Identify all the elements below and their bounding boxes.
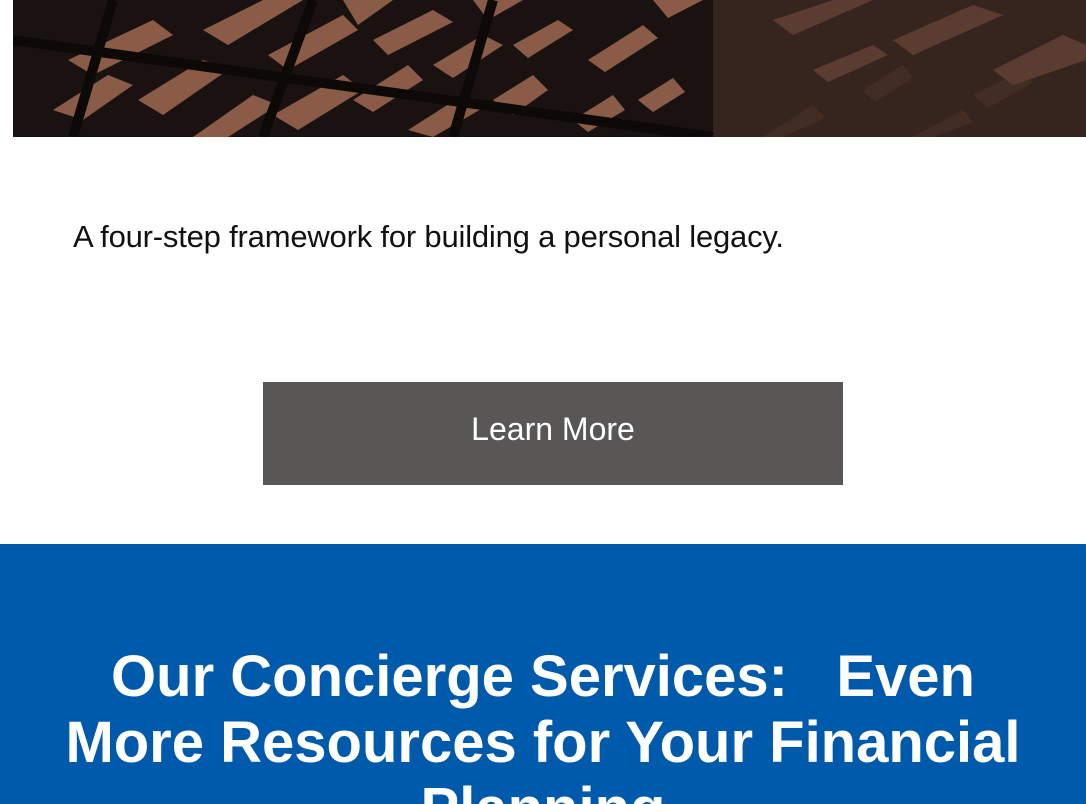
concierge-section: Our Concierge Services: Even More Resour… <box>0 544 1086 804</box>
hero-photo-graphic <box>13 0 1086 137</box>
page: A four-step framework for building a per… <box>0 0 1086 804</box>
tagline-text: A four-step framework for building a per… <box>73 219 784 254</box>
hero-image <box>13 0 1086 137</box>
learn-more-button[interactable]: Learn More <box>263 382 843 485</box>
concierge-heading: Our Concierge Services: Even More Resour… <box>65 644 1021 804</box>
learn-more-label: Learn More <box>471 411 635 447</box>
